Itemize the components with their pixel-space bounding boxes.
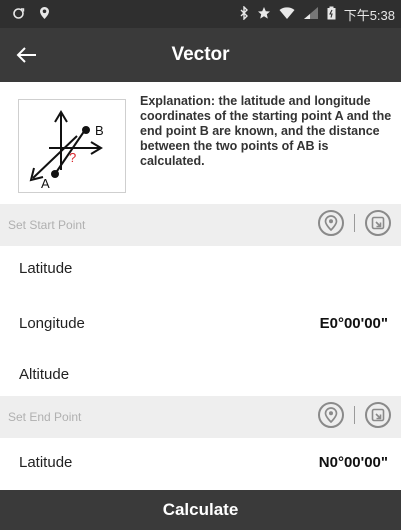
diagram-label-b: B [95,123,104,138]
start-point-section-header: Set Start Point [0,204,401,246]
status-bar: 下午5:38 [0,0,401,28]
start-longitude-label: Longitude [19,315,85,332]
sync-icon [12,7,25,23]
app-bar: Vector [0,28,401,82]
end-pick-location-button[interactable] [318,402,344,428]
vector-diagram: A B ? [18,99,126,193]
icon-divider [354,214,355,232]
signal-icon [303,6,319,23]
wifi-icon [279,6,295,23]
location-pin-icon [324,407,338,423]
icon-divider [354,406,355,424]
location-pin-icon [324,215,338,231]
location-status-icon [39,6,50,23]
end-latitude-label: Latitude [19,454,73,471]
bluetooth-icon [239,5,249,23]
star-icon [257,6,271,23]
end-latitude-row[interactable]: Latitude N0°00'00" [0,440,401,486]
start-altitude-row[interactable]: Altitude [0,352,401,398]
end-latitude-value: N0°00'00" [318,454,388,471]
diagram-label-question: ? [69,150,76,165]
import-icon [371,216,385,230]
calculate-button[interactable]: Calculate [0,490,401,530]
start-longitude-value: E0°00'00" [319,315,388,332]
page-title: Vector [171,44,230,65]
start-longitude-row[interactable]: Longitude E0°00'00" [0,301,401,347]
explanation-text: Explanation: the latitude and longitude … [140,94,392,168]
vector-diagram-icon: A B ? [29,110,104,191]
start-altitude-label: Altitude [19,366,70,383]
start-pick-location-button[interactable] [318,210,344,236]
diagram-label-a: A [41,176,50,191]
explanation-panel: A B ? Explanation: the latitude and long… [0,82,401,204]
end-point-title: Set End Point [8,410,82,424]
battery-icon [327,6,336,23]
end-import-button[interactable] [365,402,391,428]
start-point-title: Set Start Point [8,218,86,232]
import-icon [371,408,385,422]
end-point-section-header: Set End Point [0,396,401,438]
start-import-button[interactable] [365,210,391,236]
start-latitude-row[interactable]: Latitude [0,246,401,292]
start-latitude-label: Latitude [19,260,73,277]
status-time: 下午5:38 [343,8,395,23]
